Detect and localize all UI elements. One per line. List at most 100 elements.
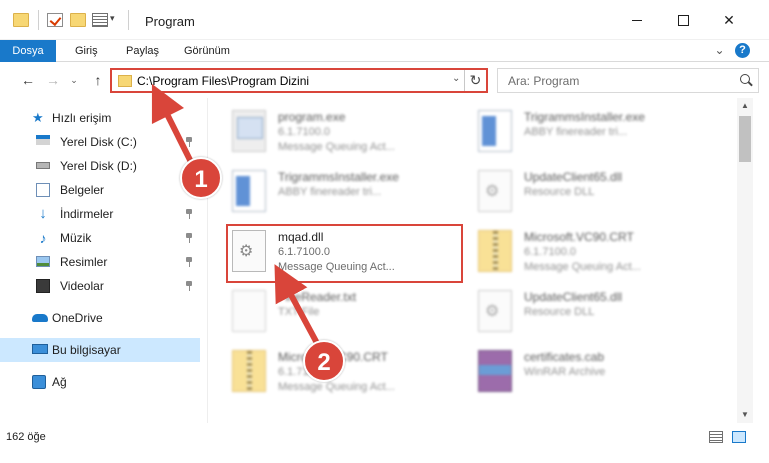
rar-archive-icon — [478, 350, 512, 392]
sidebar-item-quick-access[interactable]: ★ Hızlı erişim — [0, 106, 200, 130]
file-name: Microsoft.VC90.CRT — [524, 230, 634, 244]
refresh-button[interactable]: ↻ — [464, 70, 486, 91]
sidebar-item-documents[interactable]: Belgeler — [0, 178, 200, 202]
sidebar-item-label: Resimler — [60, 255, 108, 269]
sidebar-item-music[interactable]: ♪ Müzik — [0, 226, 200, 250]
folder-icon[interactable] — [13, 13, 29, 27]
pin-icon[interactable] — [186, 281, 192, 291]
sidebar-item-network[interactable]: Ağ — [0, 370, 200, 394]
file-item[interactable]: TrigrammsInstaller.exe ABBY finereader t… — [222, 164, 462, 222]
download-icon: ↓ — [39, 205, 47, 222]
folder-icon — [118, 75, 132, 87]
file-item[interactable]: UpdateClient65.dll Resource DLL — [468, 284, 708, 342]
address-row: ← → ⌄ ↑ C:\Program Files\Program Dizini … — [0, 62, 769, 98]
pictures-icon — [36, 256, 50, 267]
search-placeholder: Ara: Program — [508, 74, 580, 88]
dll-icon — [478, 170, 512, 212]
file-description: WinRAR Archive — [524, 366, 606, 378]
tab-home[interactable]: Giriş — [75, 40, 98, 62]
search-input[interactable]: Ara: Program — [497, 68, 759, 93]
sidebar-item-onedrive[interactable]: OneDrive — [0, 306, 200, 330]
file-description: TXT File — [278, 306, 320, 318]
sidebar-item-pictures[interactable]: Resimler — [0, 250, 200, 274]
help-icon[interactable]: ? — [735, 43, 750, 58]
scroll-up-icon[interactable]: ▲ — [737, 98, 753, 114]
forward-button[interactable]: → — [45, 72, 61, 88]
computer-icon — [32, 344, 48, 354]
sidebar-item-label: Müzik — [60, 231, 92, 245]
file-name: certificates.cab — [524, 350, 605, 364]
address-path[interactable]: C:\Program Files\Program Dizini — [137, 74, 309, 88]
videos-icon — [36, 279, 50, 293]
vertical-scrollbar[interactable]: ▲ ▼ — [737, 98, 753, 423]
address-bar[interactable]: C:\Program Files\Program Dizini ⌄ ↻ — [110, 68, 488, 93]
file-item[interactable]: certificates.cab WinRAR Archive — [468, 344, 708, 402]
scroll-thumb[interactable] — [739, 116, 751, 162]
installer-icon — [478, 110, 512, 152]
sidebar-item-label: OneDrive — [52, 311, 103, 325]
sidebar-item-this-pc[interactable]: Bu bilgisayar — [0, 338, 200, 362]
new-folder-icon[interactable] — [70, 13, 86, 27]
file-name: FineReader.txt — [278, 290, 357, 304]
tiles-view-icon[interactable] — [732, 431, 746, 443]
tab-view[interactable]: Görünüm — [184, 40, 230, 62]
title-bar: ▾ Program ✕ — [0, 0, 769, 40]
quick-access-dropdown-icon[interactable]: ▾ — [110, 13, 115, 24]
file-name: TrigrammsInstaller.exe — [278, 170, 399, 184]
sidebar-item-label: Yerel Disk (C:) — [60, 135, 137, 149]
sidebar-item-label: İndirmeler — [60, 207, 114, 221]
file-version: 6.1.7100.0 — [524, 246, 576, 258]
star-icon: ★ — [32, 110, 44, 125]
file-item[interactable]: FineReader.txt TXT File — [222, 284, 462, 342]
scroll-down-icon[interactable]: ▼ — [737, 407, 753, 423]
file-description: ABBY finereader tri... — [524, 126, 628, 138]
navigation-pane: ★ Hızlı erişim Yerel Disk (C:) Yerel Dis… — [0, 98, 208, 423]
sidebar-item-label: Bu bilgisayar — [52, 343, 121, 357]
installer-icon — [232, 170, 266, 212]
ribbon-expand-icon[interactable]: ⌄ — [712, 43, 727, 58]
file-list: program.exe 6.1.7100.0 Message Queuing A… — [208, 98, 737, 423]
drive-icon — [36, 162, 50, 169]
window-title: Program — [145, 14, 195, 29]
recent-locations-icon[interactable]: ⌄ — [66, 72, 82, 88]
sidebar-item-videos[interactable]: Videolar — [0, 274, 200, 298]
music-icon: ♪ — [39, 230, 47, 246]
details-view-icon[interactable] — [709, 431, 723, 443]
file-description: Message Queuing Act... — [278, 141, 395, 153]
sidebar-item-label: Belgeler — [60, 183, 105, 197]
file-version: 6.1.7100.0 — [278, 126, 330, 138]
up-button[interactable]: ↑ — [90, 72, 106, 88]
file-item[interactable]: UpdateClient65.dll Resource DLL — [468, 164, 708, 222]
tab-share[interactable]: Paylaş — [126, 40, 159, 62]
file-item[interactable]: Microsoft.VC90.CRT 6.1.7100.0 Message Qu… — [468, 224, 708, 282]
back-button[interactable]: ← — [20, 72, 36, 88]
documents-icon — [36, 183, 50, 197]
pin-icon[interactable] — [186, 209, 192, 219]
file-description: Resource DLL — [524, 306, 595, 318]
file-item[interactable]: TrigrammsInstaller.exe ABBY finereader t… — [468, 104, 708, 162]
zip-folder-icon — [478, 230, 512, 272]
pin-icon[interactable] — [186, 233, 192, 243]
step-badge-2: 2 — [303, 340, 345, 382]
maximize-button[interactable] — [660, 0, 706, 40]
file-name: TrigrammsInstaller.exe — [524, 110, 645, 124]
file-item[interactable]: program.exe 6.1.7100.0 Message Queuing A… — [222, 104, 462, 162]
highlight-box — [226, 224, 463, 283]
sidebar-item-local-disk-d[interactable]: Yerel Disk (D:) — [0, 154, 200, 178]
pin-icon[interactable] — [186, 257, 192, 267]
minimize-button[interactable] — [614, 0, 660, 40]
status-bar: 162 öğe — [0, 423, 769, 463]
ribbon-tabs: Dosya Giriş Paylaş Görünüm ⌄ ? — [0, 40, 769, 62]
layout-icon[interactable] — [92, 13, 108, 27]
cloud-icon — [32, 314, 48, 322]
address-dropdown-icon[interactable]: ⌄ — [452, 73, 460, 84]
search-icon — [740, 74, 750, 84]
tab-file[interactable]: Dosya — [0, 40, 56, 62]
sidebar-item-local-disk-c[interactable]: Yerel Disk (C:) — [0, 130, 200, 154]
pin-icon[interactable] — [186, 137, 192, 147]
toolbar-divider — [128, 10, 129, 30]
close-button[interactable]: ✕ — [706, 0, 752, 40]
properties-icon[interactable] — [47, 13, 63, 27]
drive-icon — [36, 135, 50, 149]
sidebar-item-downloads[interactable]: ↓ İndirmeler — [0, 202, 200, 226]
